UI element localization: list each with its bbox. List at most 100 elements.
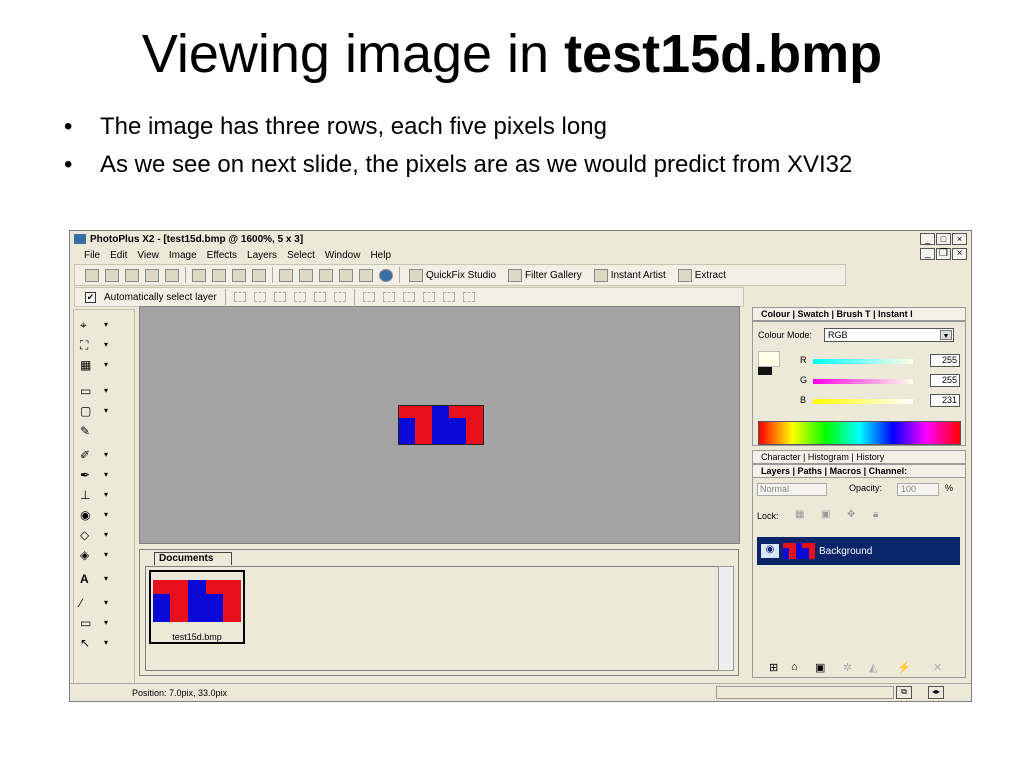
airbrush-icon[interactable]: ✒ [80, 468, 102, 484]
menu-edit[interactable]: Edit [110, 250, 127, 261]
auto-select-checkbox[interactable]: ✔ [85, 291, 96, 303]
align-center-icon[interactable] [313, 292, 326, 302]
undo-icon[interactable] [232, 268, 246, 282]
blend-mode-select[interactable]: Normal [757, 483, 827, 496]
image-bitmap[interactable] [398, 405, 484, 445]
chevron-down-icon[interactable]: ▾ [104, 490, 108, 499]
character-tab-row[interactable]: Character | Histogram | History [752, 450, 966, 464]
layer-folder-icon[interactable]: ⌂ [791, 661, 798, 673]
menu-window[interactable]: Window [325, 250, 361, 261]
fill-icon[interactable]: ◈ [80, 548, 102, 564]
rect-select-icon[interactable]: ▭ [80, 384, 102, 400]
distribute-right-icon[interactable] [462, 292, 475, 302]
tab-colour-tabs[interactable]: Colour | Swatch | Brush T | Instant I [761, 309, 913, 319]
doc-restore-button[interactable]: ❐ [936, 248, 951, 260]
chevron-down-icon[interactable]: ▾ [104, 638, 108, 647]
print-icon[interactable] [165, 268, 179, 282]
opacity-field[interactable]: 100 [897, 483, 939, 496]
text-tool-icon[interactable]: A [80, 572, 102, 588]
scan-icon[interactable] [145, 268, 159, 282]
brush-icon[interactable] [339, 268, 353, 282]
blue-slider[interactable] [813, 399, 913, 404]
colour-tab-row[interactable]: Colour | Swatch | Brush T | Instant I [752, 307, 966, 321]
quickfix-button[interactable]: QuickFix Studio [406, 268, 499, 282]
chevron-down-icon[interactable]: ▾ [104, 340, 108, 349]
deform-tool-icon[interactable]: ⛶ [80, 338, 102, 354]
align-bottom-icon[interactable] [273, 292, 286, 302]
chevron-down-icon[interactable]: ▾ [104, 360, 108, 369]
node-edit-icon[interactable]: ↖ [80, 636, 102, 652]
lock-position-icon[interactable]: ✥ [847, 509, 855, 520]
close-button[interactable]: × [952, 233, 967, 245]
chevron-down-icon[interactable]: ▼ [940, 330, 952, 340]
pencil-icon[interactable] [319, 268, 333, 282]
align-right-icon[interactable] [333, 292, 346, 302]
distribute-bottom-icon[interactable] [402, 292, 415, 302]
documents-scrollbar[interactable] [718, 566, 734, 671]
hand-icon[interactable] [299, 268, 313, 282]
panel-toggle-icon[interactable]: ◂▸ [928, 686, 944, 699]
extract-button[interactable]: Extract [675, 268, 729, 282]
image-canvas[interactable] [139, 306, 740, 544]
open-icon[interactable] [105, 268, 119, 282]
doc-close-button[interactable]: × [952, 248, 967, 260]
align-top-icon[interactable] [233, 292, 246, 302]
menu-view[interactable]: View [137, 250, 159, 261]
delete-layer-icon[interactable]: ✕ [933, 661, 942, 674]
layers-tab-row[interactable]: Layers | Paths | Macros | Channel: [752, 464, 966, 478]
lock-transparency-icon[interactable]: ▦ [795, 509, 804, 520]
chevron-down-icon[interactable]: ▾ [104, 618, 108, 627]
clone-stamp-icon[interactable]: ⊥ [80, 488, 102, 504]
tab-character-tabs[interactable]: Character | Histogram | History [761, 452, 884, 462]
line-tool-icon[interactable]: ⁄ [80, 596, 102, 612]
red-eye-icon[interactable]: ◉ [80, 508, 102, 524]
eyedropper-icon[interactable]: ✎ [80, 424, 102, 440]
red-value-field[interactable]: 255 [930, 354, 960, 367]
green-slider[interactable] [813, 379, 913, 384]
new-mask-icon[interactable]: ▣ [815, 661, 825, 674]
shape-tool-icon[interactable]: ▭ [80, 616, 102, 632]
minimize-button[interactable]: _ [920, 233, 935, 245]
pointer-icon[interactable] [359, 268, 373, 282]
chevron-down-icon[interactable]: ▾ [104, 530, 108, 539]
align-middle-icon[interactable] [253, 292, 266, 302]
distribute-middle-icon[interactable] [382, 292, 395, 302]
chevron-down-icon[interactable]: ▾ [104, 320, 108, 329]
new-layer-icon[interactable]: ⊞ [769, 661, 778, 674]
chevron-down-icon[interactable]: ▾ [104, 450, 108, 459]
chevron-down-icon[interactable]: ▾ [104, 406, 108, 415]
document-thumbnail[interactable]: test15d.bmp [149, 570, 245, 644]
colour-mode-select[interactable]: RGB ▼ [824, 328, 954, 342]
chevron-down-icon[interactable]: ▾ [104, 550, 108, 559]
menu-file[interactable]: File [84, 250, 100, 261]
new-icon[interactable] [85, 268, 99, 282]
menu-help[interactable]: Help [370, 250, 391, 261]
help-icon[interactable] [379, 268, 393, 282]
blue-value-field[interactable]: 231 [930, 394, 960, 407]
instant-artist-button[interactable]: Instant Artist [591, 268, 669, 282]
lock-pixels-icon[interactable]: ▣ [821, 509, 830, 520]
distribute-left-icon[interactable] [422, 292, 435, 302]
mesh-warp-icon[interactable]: ▦ [80, 358, 102, 374]
tab-documents[interactable]: Documents [154, 552, 232, 565]
menu-select[interactable]: Select [287, 250, 315, 261]
align-left-icon[interactable] [293, 292, 306, 302]
menu-effects[interactable]: Effects [207, 250, 237, 261]
eraser-icon[interactable]: ◇ [80, 528, 102, 544]
distribute-center-icon[interactable] [442, 292, 455, 302]
redo-icon[interactable] [252, 268, 266, 282]
red-slider[interactable] [813, 359, 913, 364]
menu-image[interactable]: Image [169, 250, 197, 261]
tab-layers-tabs[interactable]: Layers | Paths | Macros | Channel: [761, 466, 907, 476]
paintbrush-icon[interactable]: ✐ [80, 448, 102, 464]
chevron-down-icon[interactable]: ▾ [104, 510, 108, 519]
paste-icon[interactable] [212, 268, 226, 282]
maximize-button[interactable]: □ [936, 233, 951, 245]
chevron-down-icon[interactable]: ▾ [104, 574, 108, 583]
menu-layers[interactable]: Layers [247, 250, 277, 261]
layer-effects-icon[interactable]: ✲ [843, 661, 852, 674]
window-titlebar[interactable]: PhotoPlus X2 - [test15d.bmp @ 1600%, 5 x… [70, 231, 971, 247]
adjustment-icon[interactable]: ◭ [869, 661, 877, 674]
crop-tool-icon[interactable]: ⌖ [80, 318, 102, 334]
quick-screen-icon[interactable]: ⧉ [896, 686, 912, 699]
